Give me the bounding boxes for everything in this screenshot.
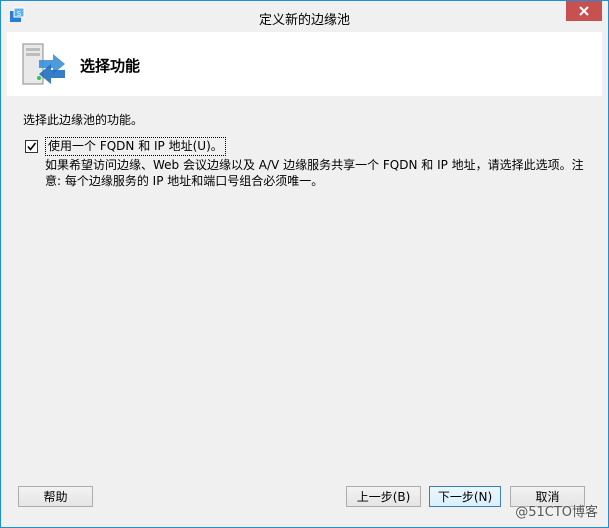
checkmark-icon <box>27 142 37 151</box>
help-button[interactable]: 帮助 <box>18 486 93 507</box>
wizard-window: S 定义新的边缘池 选择功能 选择此边缘池的功能。 使用一个 FQDN 和 IP… <box>0 0 609 528</box>
fqdn-ip-checkbox[interactable] <box>25 140 38 153</box>
fqdn-ip-checkbox-label[interactable]: 使用一个 FQDN 和 IP 地址(U)。 <box>45 137 226 156</box>
previous-button[interactable]: 上一步(B) <box>346 486 421 507</box>
page-title: 选择功能 <box>80 57 141 75</box>
instruction-text: 选择此边缘池的功能。 <box>23 113 144 127</box>
close-button[interactable] <box>566 1 602 21</box>
next-button[interactable]: 下一步(N) <box>429 486 501 507</box>
wizard-header: 选择功能 <box>7 32 602 96</box>
server-arrows-icon <box>19 40 67 88</box>
title-bar[interactable]: S 定义新的边缘池 <box>1 1 608 32</box>
close-icon <box>579 6 589 16</box>
window-title: 定义新的边缘池 <box>258 13 350 28</box>
option-description: 如果希望访问边缘、Web 会议边缘以及 A/V 边缘服务共享一个 FQDN 和 … <box>45 158 584 188</box>
watermark: @51CTO博客 <box>515 505 598 520</box>
